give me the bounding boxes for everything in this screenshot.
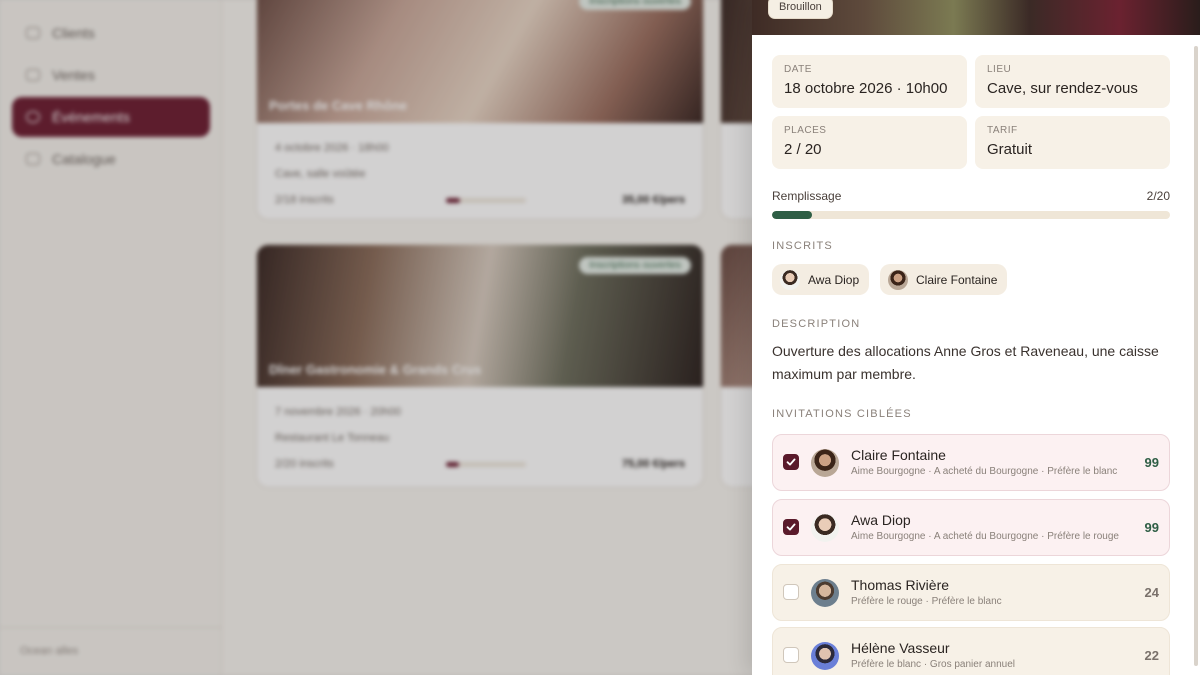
match-score: 22 — [1144, 648, 1159, 663]
info-label: PLACES — [784, 125, 827, 136]
match-score: 24 — [1144, 585, 1159, 600]
status-badge: Brouillon — [768, 0, 833, 19]
invitee-name: Hélène Vasseur — [851, 640, 950, 656]
invitee-tags: Aime Bourgogne · A acheté du Bourgogne ·… — [851, 466, 1118, 477]
invitation-row[interactable]: Claire Fontaine Aime Bourgogne · A achet… — [772, 434, 1170, 491]
invite-checkbox[interactable] — [783, 454, 799, 470]
check-icon — [786, 523, 796, 531]
info-place: LIEU Cave, sur rendez-vous — [975, 55, 1170, 108]
event-description: Ouverture des allocations Anne Gros et R… — [772, 343, 1159, 382]
invitation-row[interactable]: Thomas Rivière Préfère le rouge · Préfèr… — [772, 564, 1170, 621]
match-score: 99 — [1144, 455, 1159, 470]
attendee-chip[interactable]: Awa Diop — [772, 264, 870, 295]
fill-progress-value — [772, 211, 812, 219]
avatar — [811, 579, 839, 607]
info-value: Cave, sur rendez-vous — [987, 80, 1138, 97]
check-icon — [786, 458, 796, 466]
info-label: TARIF — [987, 125, 1018, 136]
invite-checkbox[interactable] — [783, 647, 799, 663]
invitee-tags: Préfère le rouge · Préfère le blanc — [851, 596, 1002, 607]
invitee-name: Claire Fontaine — [851, 447, 946, 463]
description-heading: DESCRIPTION — [772, 318, 861, 330]
avatar — [888, 269, 908, 290]
info-value: 2 / 20 — [784, 141, 822, 158]
invite-checkbox[interactable] — [783, 519, 799, 535]
invitee-tags: Préfère le blanc · Gros panier annuel — [851, 659, 1015, 670]
attendee-chip[interactable]: Claire Fontaine — [880, 264, 1008, 295]
avatar — [811, 514, 839, 542]
avatar — [780, 269, 800, 290]
scrollbar[interactable] — [1194, 46, 1198, 666]
invitation-row[interactable]: Hélène Vasseur Préfère le blanc · Gros p… — [772, 627, 1170, 675]
fill-progress-bar — [772, 211, 1170, 219]
attendee-name: Claire Fontaine — [916, 272, 998, 287]
info-seats: PLACES 2 / 20 — [772, 116, 967, 169]
fill-label: Remplissage — [772, 189, 842, 203]
info-value: 18 octobre 2026 · 10h00 — [784, 80, 948, 97]
invite-checkbox[interactable] — [783, 584, 799, 600]
attendee-name: Awa Diop — [808, 272, 860, 287]
info-label: DATE — [784, 64, 812, 75]
info-label: LIEU — [987, 64, 1012, 75]
match-score: 99 — [1144, 520, 1159, 535]
info-value: Gratuit — [987, 141, 1033, 158]
fill-header: Remplissage 2/20 — [772, 189, 1170, 203]
invitee-tags: Aime Bourgogne · A acheté du Bourgogne ·… — [851, 531, 1119, 542]
avatar — [811, 449, 839, 477]
invitation-row[interactable]: Awa Diop Aime Bourgogne · A acheté du Bo… — [772, 499, 1170, 556]
event-detail-panel: Brouillon DATE 18 octobre 2026 · 10h00 L… — [752, 0, 1200, 675]
attendees-heading: INSCRITS — [772, 240, 833, 252]
info-date: DATE 18 octobre 2026 · 10h00 — [772, 55, 967, 108]
info-price: TARIF Gratuit — [975, 116, 1170, 169]
invitations-heading: INVITATIONS CIBLÉES — [772, 408, 912, 420]
invitee-name: Thomas Rivière — [851, 577, 950, 593]
modal-backdrop[interactable] — [0, 0, 752, 675]
fill-count: 2/20 — [1146, 189, 1170, 203]
avatar — [811, 642, 839, 670]
invitee-name: Awa Diop — [851, 512, 911, 528]
